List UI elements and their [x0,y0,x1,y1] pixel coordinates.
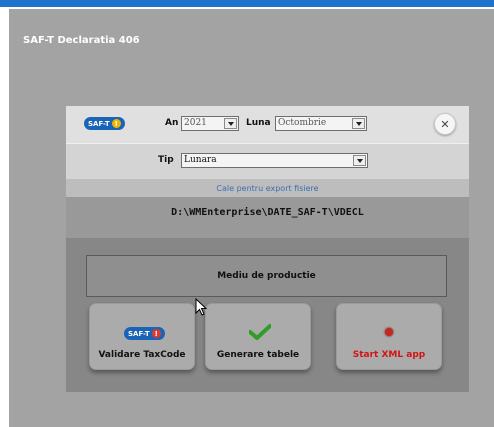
chevron-down-icon[interactable] [352,118,365,129]
saft-logo-text: SAF-T [128,329,150,338]
type-select-value: Lunara [184,155,217,165]
start-xml-app-label: Start XML app [352,350,426,360]
generate-tables-button[interactable]: Generare tabele [205,303,311,370]
year-label: An [165,118,179,128]
warning-icon: ! [111,119,121,128]
environment-label: Mediu de productie [217,271,316,281]
saft-logo: SAF-T ! [124,327,165,340]
mouse-cursor-icon [195,298,207,316]
saft-logo-text: SAF-T [88,119,110,128]
year-select[interactable]: 2021 [181,116,239,131]
environment-indicator: Mediu de productie [86,255,447,297]
month-label: Luna [246,118,271,128]
status-led-icon [385,328,393,336]
close-icon: ✕ [440,117,450,131]
window-title: SAF-T Declaratia 406 [23,35,140,46]
app-window: SAF-T Declaratia 406 SAF-T ! An 2021 Lun… [9,9,494,427]
period-row: SAF-T ! An 2021 Luna Octombrie ✕ [66,106,469,143]
error-icon: ! [151,329,161,338]
validate-taxcode-label: Validare TaxCode [98,350,186,360]
start-xml-app-button[interactable]: Start XML app [336,303,442,370]
chevron-down-icon[interactable] [353,155,366,166]
type-select[interactable]: Lunara [181,153,368,168]
saft-logo: SAF-T ! [84,117,125,130]
type-label: Tip [158,155,174,165]
export-path-row: D:\WMEnterprise\DATE_SAF-T\VDECL [66,197,469,238]
checkmark-icon [249,324,271,340]
export-label-row: Cale pentru export fisiere [66,179,469,197]
month-select-value: Octombrie [278,118,327,128]
export-path-value[interactable]: D:\WMEnterprise\DATE_SAF-T\VDECL [66,207,469,218]
export-path-label: Cale pentru export fisiere [216,184,319,193]
close-button[interactable]: ✕ [434,113,456,135]
type-row: Tip Lunara [66,143,469,179]
chevron-down-icon[interactable] [224,118,237,129]
generate-tables-label: Generare tabele [216,350,300,360]
window-accent-bar [0,0,494,7]
month-select[interactable]: Octombrie [275,116,367,131]
saft-dialog: SAF-T ! An 2021 Luna Octombrie ✕ Tip Lun… [66,106,469,392]
validate-taxcode-button[interactable]: SAF-T ! Validare TaxCode [89,303,195,370]
year-select-value: 2021 [184,118,207,128]
